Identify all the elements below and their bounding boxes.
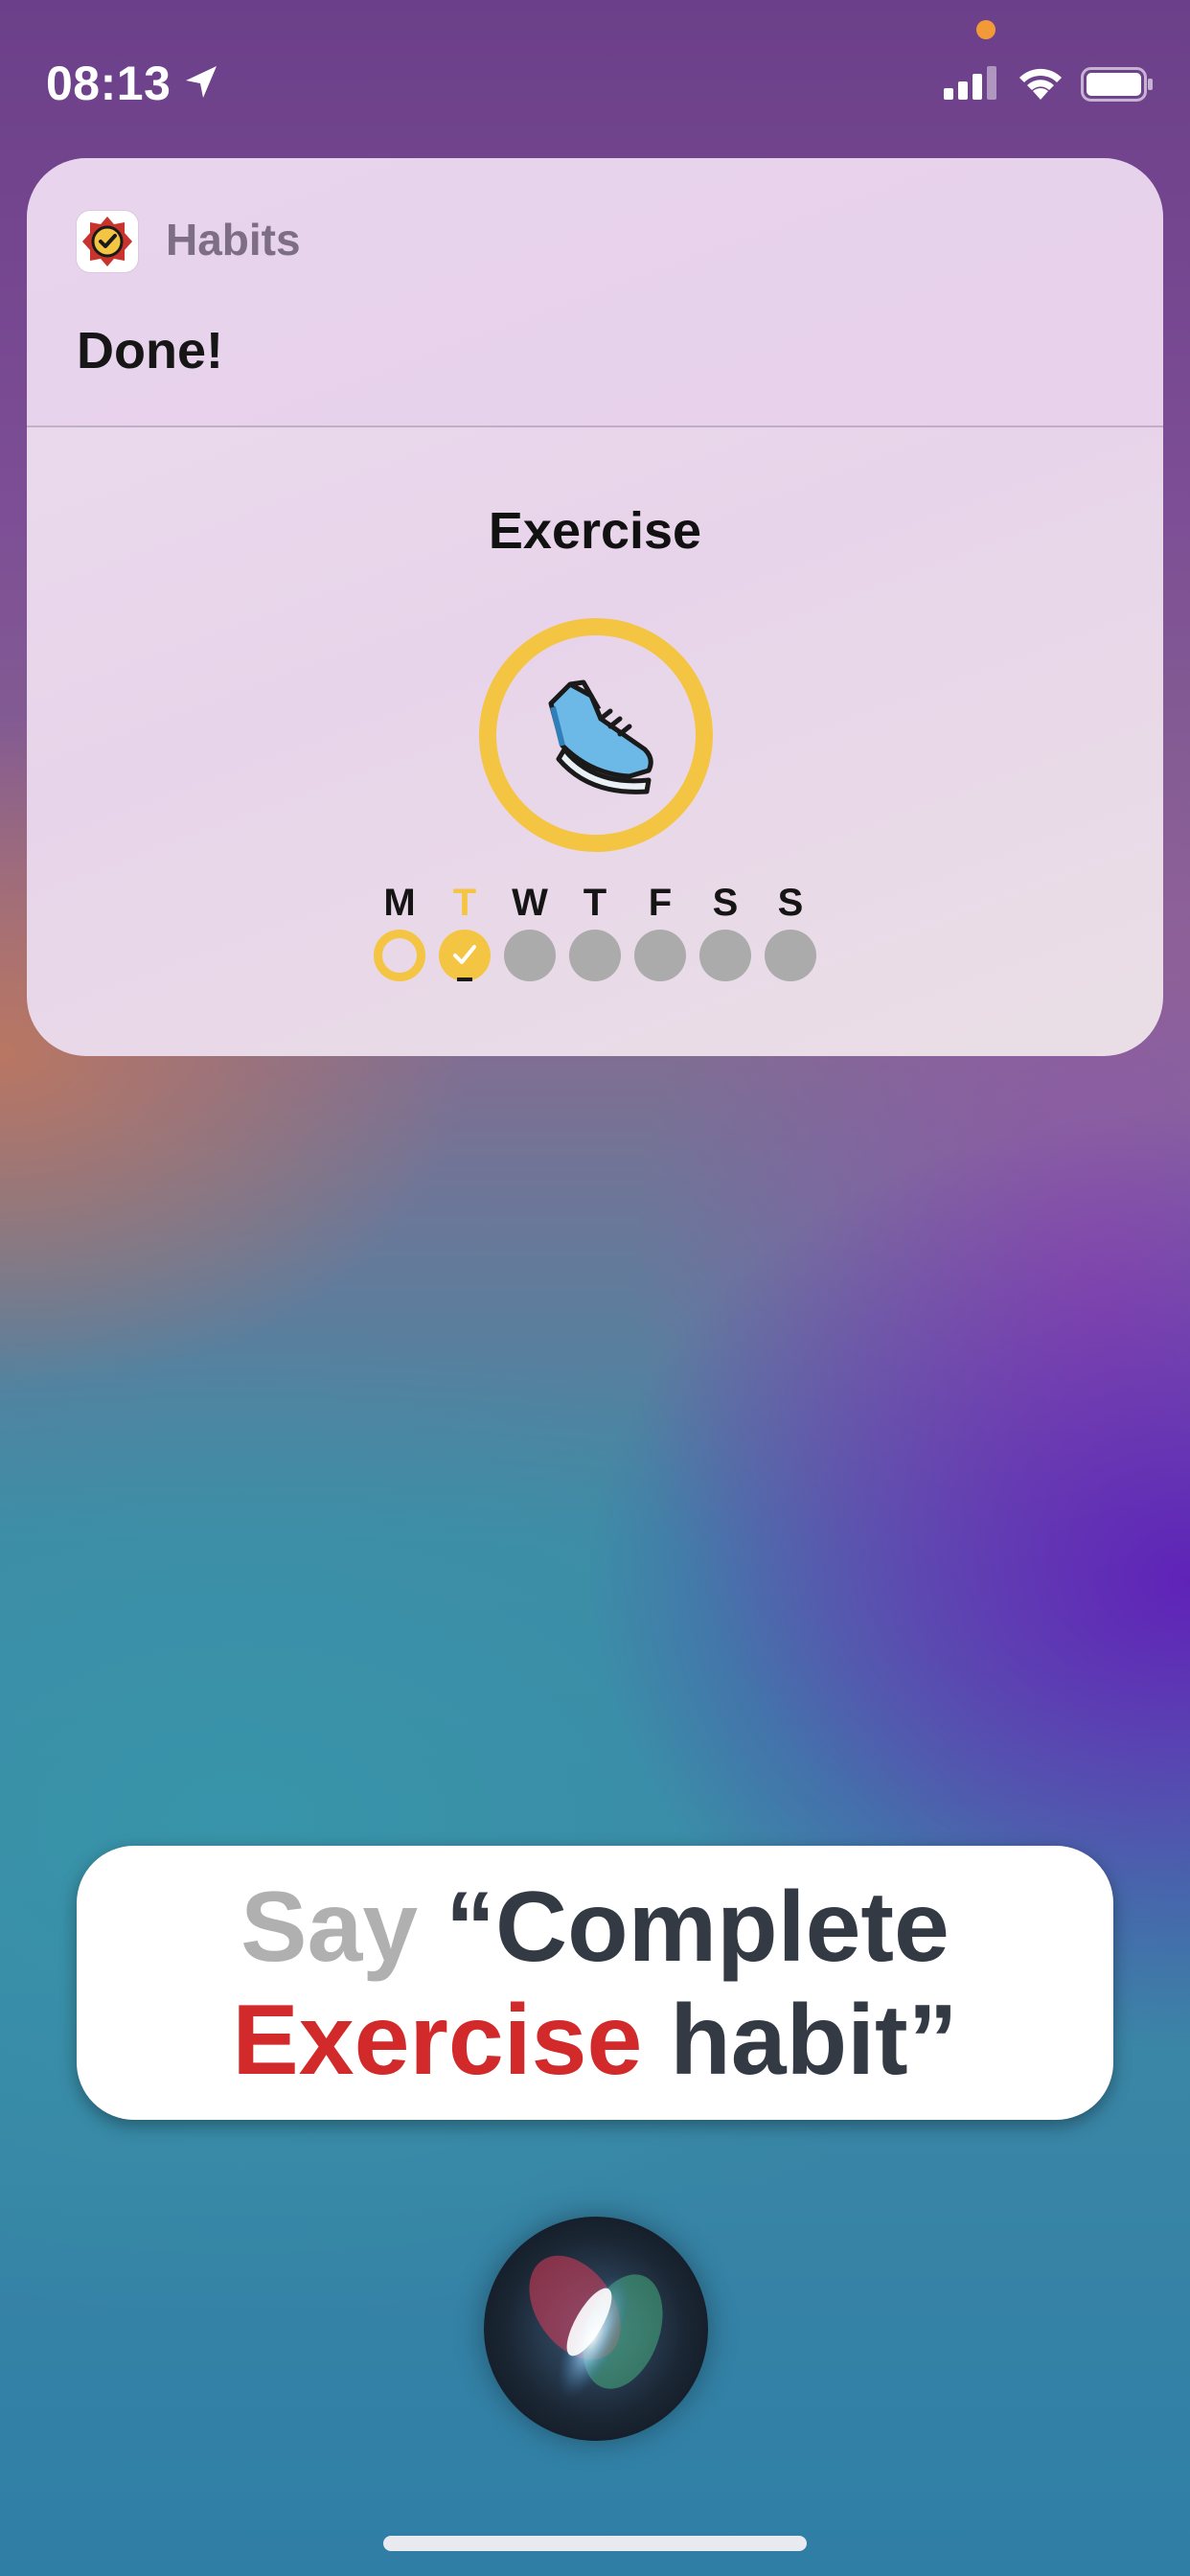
prompt-habit-word: Exercise bbox=[232, 1985, 643, 2096]
day-status-tue bbox=[439, 930, 491, 981]
day-status-thu bbox=[569, 930, 621, 981]
prompt-line-2: Exercise habit” bbox=[77, 1984, 1113, 2097]
today-underline bbox=[457, 978, 472, 981]
status-time: 08:13 bbox=[46, 57, 172, 110]
day-label-sun: S bbox=[777, 882, 804, 924]
day-status-sat bbox=[699, 930, 751, 981]
wifi-icon bbox=[1019, 68, 1062, 100]
checkmark-icon bbox=[453, 945, 476, 964]
siri-phrase-prompt: Say “Complete Exercise habit” bbox=[77, 1846, 1113, 2120]
battery-icon bbox=[1081, 67, 1153, 102]
day-label-tue: T bbox=[452, 882, 477, 924]
day-label-fri: F bbox=[648, 882, 673, 924]
day-status-mon bbox=[374, 930, 425, 981]
siri-orb-icon[interactable] bbox=[484, 2217, 708, 2441]
day-label-thu: T bbox=[583, 882, 607, 924]
prompt-quote-close: habit” bbox=[670, 1985, 958, 2096]
prompt-quote-open: “Complete bbox=[446, 1872, 950, 1983]
cellular-signal-icon bbox=[944, 66, 996, 100]
privacy-indicator-dot bbox=[976, 20, 995, 39]
day-status-wed bbox=[504, 930, 556, 981]
day-label-sat: S bbox=[712, 882, 739, 924]
day-label-mon: M bbox=[383, 882, 416, 924]
home-indicator[interactable] bbox=[383, 2536, 807, 2551]
weekday-tracker: M T W T F S S bbox=[27, 158, 1163, 1056]
day-status-fri bbox=[634, 930, 686, 981]
status-bar: 08:13 bbox=[0, 0, 1190, 163]
day-label-wed: W bbox=[512, 882, 548, 924]
location-arrow-icon bbox=[186, 66, 217, 98]
prompt-line-1: Say “Complete bbox=[77, 1846, 1113, 1984]
siri-result-card[interactable]: Habits Done! Exercise M T W T F S S bbox=[27, 158, 1163, 1056]
day-status-sun bbox=[765, 930, 816, 981]
prompt-say: Say bbox=[240, 1872, 419, 1983]
